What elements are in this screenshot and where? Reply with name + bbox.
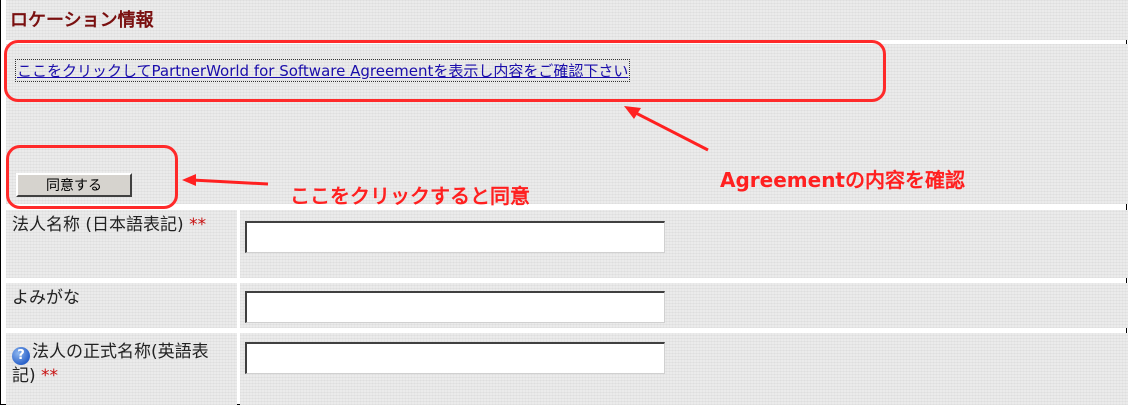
arrow-to-button-head <box>182 174 196 186</box>
annotation-agree-note: ここをクリックすると同意 <box>290 184 530 208</box>
annotation-arrows <box>182 106 709 186</box>
arrow-to-link <box>633 110 709 152</box>
arrow-to-button <box>191 178 269 186</box>
arrow-to-link-head <box>624 106 641 119</box>
annotation-agreement-note: Agreementの内容を確認 <box>720 168 965 192</box>
